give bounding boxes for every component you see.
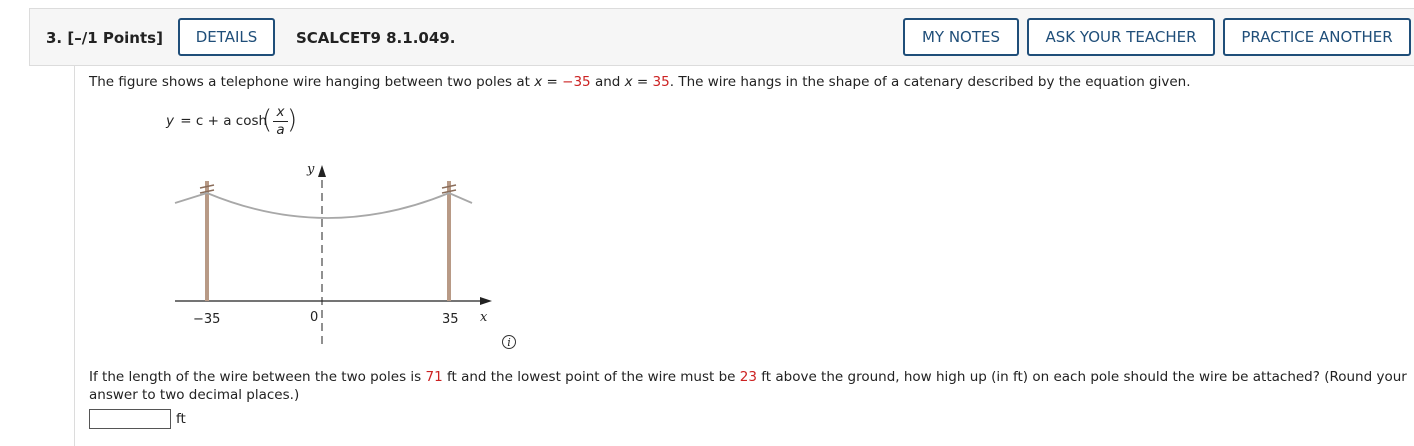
ask-your-teacher-button[interactable]: ASK YOUR TEACHER	[1027, 18, 1215, 56]
my-notes-button[interactable]: MY NOTES	[903, 18, 1019, 56]
equals-sign-2: =	[632, 74, 653, 90]
question-header: 3. [–/1 Points] DETAILS SCALCET9 8.1.049…	[29, 8, 1414, 66]
content-left-border	[74, 66, 75, 446]
problem-intro: The figure shows a telephone wire hangin…	[89, 73, 1191, 91]
catenary-equation: y = c + a cosh ( x a )	[166, 104, 306, 138]
x-axis-arrow	[480, 297, 492, 305]
x-variable-2: x	[624, 74, 633, 90]
intro-text-2: . The wire hangs in the shape of a caten…	[669, 74, 1191, 90]
tick-label-35: 35	[442, 312, 459, 327]
tick-label-neg35: −35	[193, 312, 220, 327]
details-button[interactable]: DETAILS	[178, 18, 275, 56]
tick-label-origin: 0	[310, 310, 318, 325]
question-text-1: If the length of the wire between the tw…	[89, 369, 426, 385]
question-text-2: ft and the lowest point of the wire must…	[442, 369, 740, 385]
fraction-denominator: a	[276, 122, 285, 138]
answer-input[interactable]	[89, 409, 171, 429]
answer-unit: ft	[176, 411, 186, 427]
y-axis-label: y	[306, 162, 315, 177]
right-pole-value: 35	[652, 74, 670, 90]
fraction-numerator: x	[276, 104, 285, 120]
question-text-3: ft above the ground, how high up (in ft)…	[756, 369, 1407, 385]
y-axis-arrow	[318, 165, 326, 177]
info-icon[interactable]: i	[502, 335, 516, 349]
catenary-figure: y x −35 0 35	[174, 162, 492, 345]
x-axis-label: x	[480, 310, 488, 325]
equation-lhs: y	[166, 113, 174, 129]
catenary-wire	[174, 192, 473, 219]
question-text: If the length of the wire between the tw…	[89, 368, 1407, 404]
left-pole-value: −35	[562, 74, 591, 90]
intro-text-1: The figure shows a telephone wire hangin…	[89, 74, 535, 90]
question-text-4: answer to two decimal places.)	[89, 387, 300, 403]
question-id: SCALCET9 8.1.049.	[296, 29, 456, 47]
left-paren: (	[262, 105, 273, 135]
wire-length-value: 71	[425, 369, 443, 385]
right-pole	[447, 181, 451, 301]
left-pole	[205, 181, 209, 301]
lowest-point-value: 23	[739, 369, 757, 385]
practice-another-button[interactable]: PRACTICE ANOTHER	[1223, 18, 1411, 56]
question-number: 3. [–/1 Points]	[46, 29, 163, 47]
right-paren: )	[287, 105, 298, 135]
equation-middle: = c + a cosh	[176, 113, 268, 129]
equals-sign: =	[542, 74, 563, 90]
and-text: and	[590, 74, 625, 90]
